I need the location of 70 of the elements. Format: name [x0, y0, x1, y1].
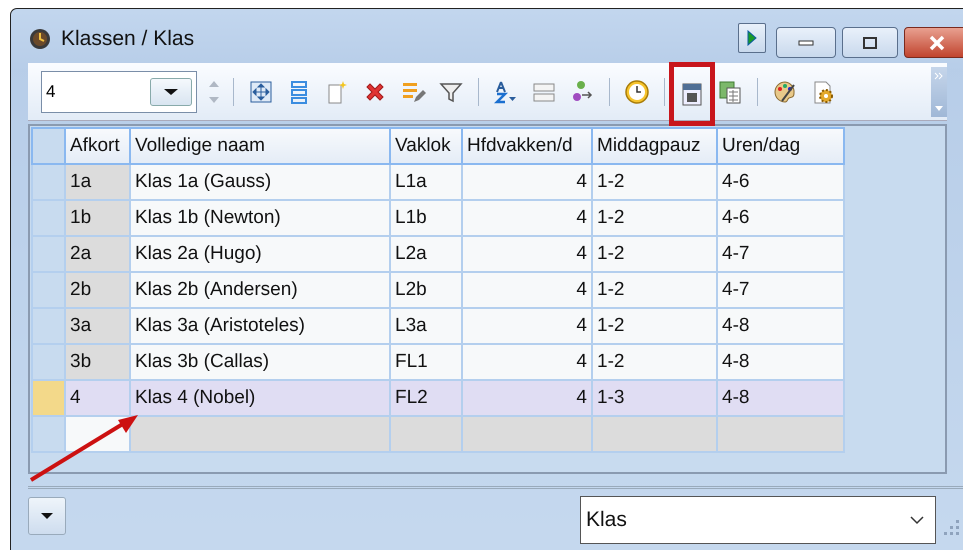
clock-icon	[624, 78, 650, 104]
play-icon	[747, 30, 757, 46]
sort-icon	[493, 78, 519, 104]
column-header[interactable]: Uren/dag	[717, 128, 844, 164]
class-selector[interactable]: 4	[41, 70, 197, 112]
table-cell: 4	[462, 236, 592, 272]
table-cell: 4	[462, 200, 592, 236]
crosshair-grid-icon	[248, 78, 274, 104]
table-cell: L1a	[390, 164, 462, 200]
table-cell: 4	[462, 344, 592, 380]
table-cell: 4-7	[717, 236, 844, 272]
play-button[interactable]	[738, 23, 766, 53]
chevron-down-icon	[909, 514, 925, 524]
table-cell: Klas 2b (Andersen)	[130, 272, 390, 308]
table-cell: Klas 3b (Callas)	[130, 344, 390, 380]
clock-app-icon	[29, 28, 51, 50]
table-cell: 4	[462, 164, 592, 200]
chevron-icon	[934, 70, 944, 80]
table-cell: 4-6	[717, 164, 844, 200]
table-cell: 1a	[65, 164, 130, 200]
table-cell: Klas 2a (Hugo)	[130, 236, 390, 272]
toolbar-overflow[interactable]	[931, 66, 947, 116]
table-cell: 1-3	[592, 380, 717, 416]
table-cell: Klas 3a (Aristoteles)	[130, 308, 390, 344]
table-cell: 4	[462, 308, 592, 344]
caret-icon	[163, 88, 179, 96]
table-cell: 1-2	[592, 308, 717, 344]
table-cell: 4	[462, 380, 592, 416]
table-cell: 1-2	[592, 236, 717, 272]
table-cell: 4-8	[717, 380, 844, 416]
column-header[interactable]: Hfdvakken/d	[462, 128, 592, 164]
column-header[interactable]: Volledige naam	[130, 128, 390, 164]
minimize-icon	[798, 38, 814, 46]
table-cell: 4	[65, 380, 130, 416]
spreadsheet-icon	[717, 78, 743, 104]
table-cell: L2b	[390, 272, 462, 308]
table-cell: 3b	[65, 344, 130, 380]
column-header[interactable]: Vaklok	[390, 128, 462, 164]
minimize-button[interactable]	[776, 27, 836, 58]
close-icon	[928, 34, 946, 50]
table-cell: 1-2	[592, 344, 717, 380]
table-cell: L2a	[390, 236, 462, 272]
table-cell: L3a	[390, 308, 462, 344]
table-cell: 4-8	[717, 308, 844, 344]
maximize-icon	[862, 36, 878, 50]
dropdown-button[interactable]	[28, 496, 66, 534]
table-cell: Klas 4 (Nobel)	[130, 380, 390, 416]
table-cell: 4-7	[717, 272, 844, 308]
table-cell: 1-2	[592, 200, 717, 236]
table-cell: 1b	[65, 200, 130, 236]
table-cell: FL1	[390, 344, 462, 380]
table-cell: 3a	[65, 308, 130, 344]
table-cell: 2b	[65, 272, 130, 308]
column-header[interactable]: Middagpauz	[592, 128, 717, 164]
caret-icon	[40, 512, 54, 520]
table-cell: 4-8	[717, 344, 844, 380]
table-cell: 4	[462, 272, 592, 308]
table-cell: 4-6	[717, 200, 844, 236]
table-cell: Klas 1b (Newton)	[130, 200, 390, 236]
table-cell: 1-2	[592, 164, 717, 200]
table-cell: L1b	[390, 200, 462, 236]
table-cell: Klas 1a (Gauss)	[130, 164, 390, 200]
view-selector[interactable]: Klas	[580, 496, 936, 544]
close-button[interactable]	[904, 27, 963, 58]
table-cell: 2a	[65, 236, 130, 272]
maximize-button[interactable]	[842, 27, 898, 58]
table-cell: 1-2	[592, 272, 717, 308]
table-cell: FL2	[390, 380, 462, 416]
window-title: Klassen / Klas	[61, 26, 196, 51]
column-header[interactable]: Afkort	[65, 128, 130, 164]
